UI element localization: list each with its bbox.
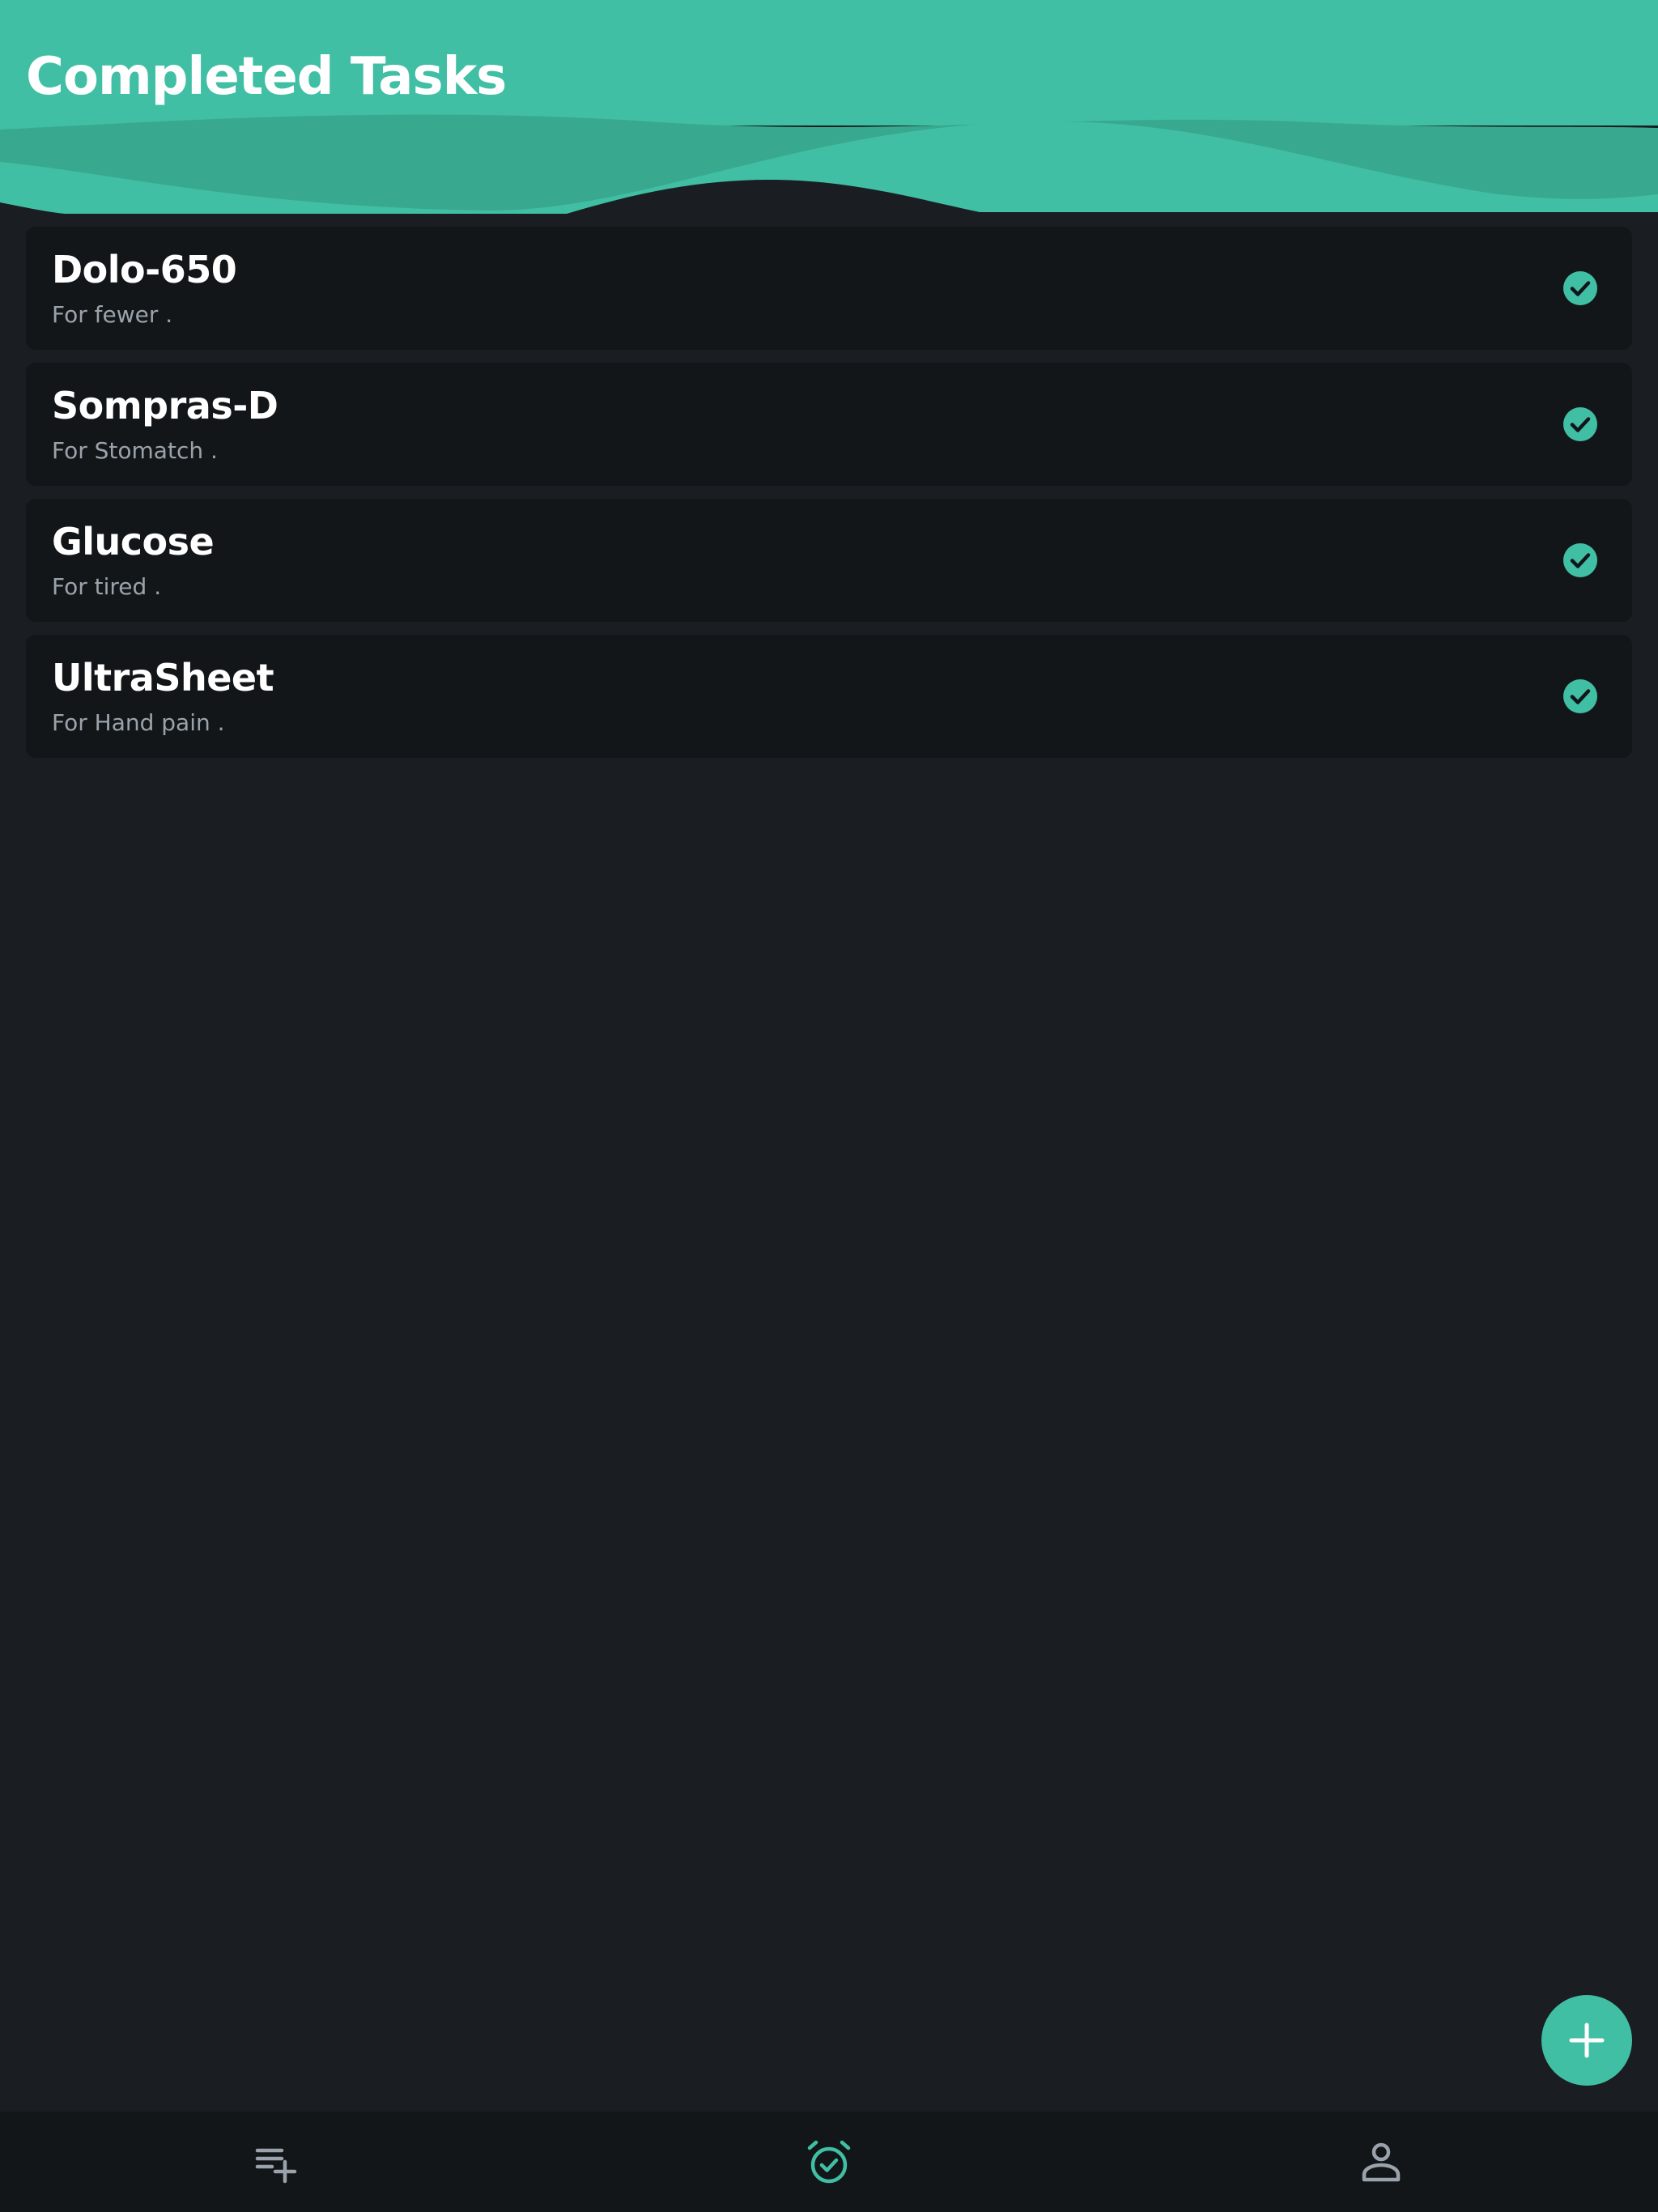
check-circle-icon[interactable]	[1562, 270, 1598, 306]
nav-profile[interactable]	[1350, 2131, 1412, 2193]
task-card[interactable]: Dolo-650 For fewer .	[26, 227, 1632, 350]
playlist-add-icon	[255, 2148, 297, 2184]
task-description: For Hand pain .	[52, 709, 225, 736]
task-title: Sompras-D	[52, 384, 278, 428]
plus-icon	[1569, 2023, 1605, 2058]
task-card[interactable]: Glucose For tired .	[26, 499, 1632, 622]
add-task-button[interactable]	[1541, 1995, 1632, 2086]
task-description: For Stomatch .	[52, 437, 218, 464]
task-title: UltraSheet	[52, 656, 274, 700]
alarm-check-icon	[807, 2140, 851, 2184]
task-description: For fewer .	[52, 301, 173, 328]
header: Completed Tasks	[0, 0, 1658, 219]
task-card[interactable]: UltraSheet For Hand pain .	[26, 635, 1632, 758]
page-title: Completed Tasks	[26, 47, 507, 107]
task-card[interactable]: Sompras-D For Stomatch .	[26, 363, 1632, 486]
bottom-navigation	[0, 2112, 1658, 2212]
nav-completed-tasks[interactable]	[798, 2131, 860, 2193]
task-list: Dolo-650 For fewer . Sompras-D For Stoma…	[26, 227, 1632, 771]
header-wave-background	[0, 0, 1658, 219]
nav-add-task[interactable]	[246, 2131, 308, 2193]
task-description: For tired .	[52, 573, 162, 600]
task-title: Dolo-650	[52, 248, 237, 291]
check-circle-icon[interactable]	[1562, 542, 1598, 578]
check-circle-icon[interactable]	[1562, 678, 1598, 714]
person-icon	[1362, 2142, 1401, 2182]
check-circle-icon[interactable]	[1562, 406, 1598, 442]
app-root: Completed Tasks Dolo-650 For fewer . Som…	[0, 0, 1658, 2212]
task-title: Glucose	[52, 520, 215, 564]
